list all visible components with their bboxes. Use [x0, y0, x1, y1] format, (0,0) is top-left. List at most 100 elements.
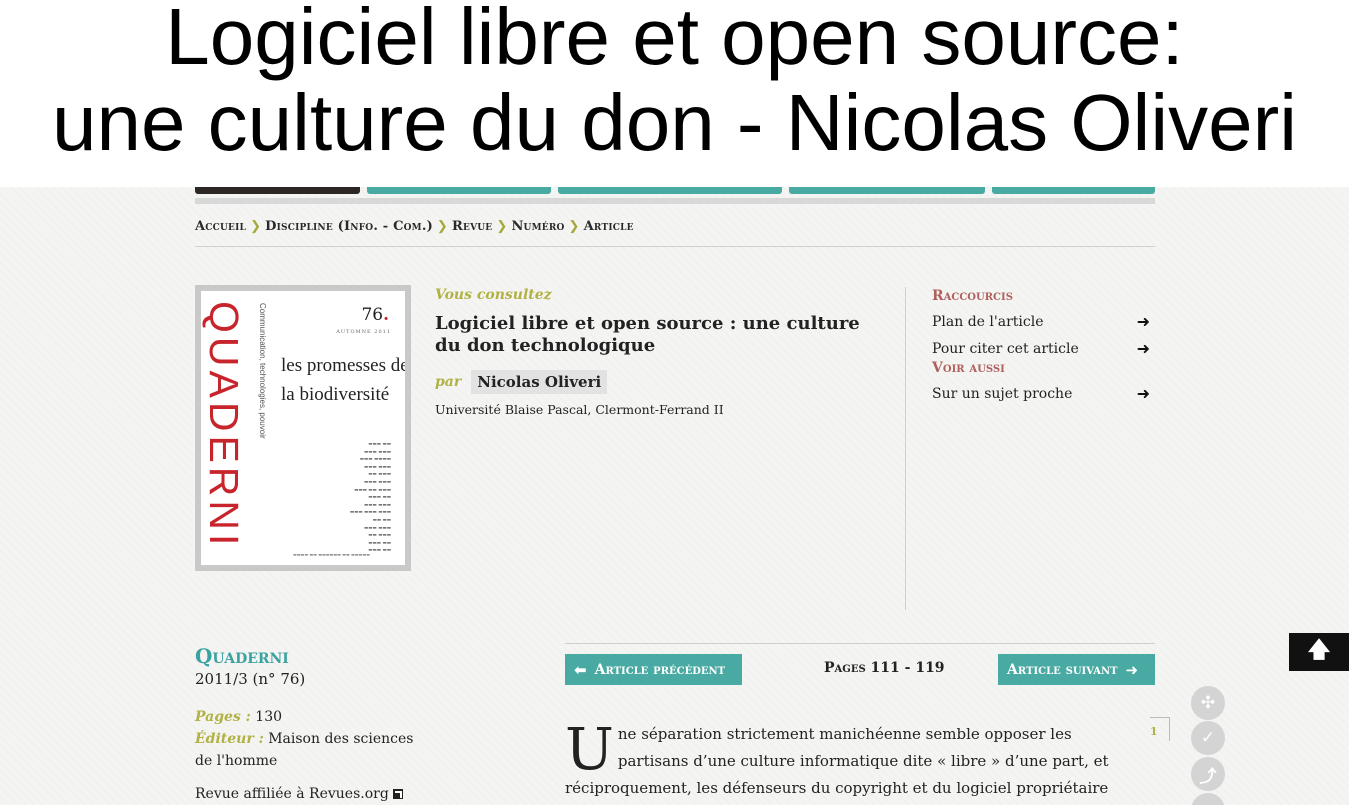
nav-tab-5[interactable]: [992, 187, 1155, 194]
author-affiliation: Université Blaise Pascal, Clermont-Ferra…: [435, 402, 724, 417]
cover-subtitle-text: Communication, technologies, pouvoir: [258, 303, 267, 439]
arrow-left-icon: ⬅: [574, 660, 587, 679]
see-also-header: Voir aussi: [932, 360, 1005, 376]
shortcut-label: Pour citer cet article: [932, 340, 1079, 357]
cover-brand-text: QUADERNI: [201, 301, 247, 550]
cover-author-line: ▬▬ ▬▬: [372, 517, 391, 523]
author-line: par Nicolas Oliveri: [435, 370, 875, 394]
cover-theme-line-1: les promesses de: [281, 355, 405, 376]
cover-author-line: ▬▬▬ ▬▬: [368, 495, 391, 501]
breadcrumb-journal[interactable]: Revue: [452, 219, 492, 234]
breadcrumb-article: Article: [583, 219, 634, 234]
arrow-right-icon: ➜: [1125, 660, 1139, 679]
breadcrumb-separator: ❯: [568, 219, 580, 234]
cover-theme-line-2: la biodiversité: [281, 384, 390, 405]
article-body: Une séparation strictement manichéenne s…: [565, 715, 1130, 805]
journal-affiliation[interactable]: Revue affiliée à Revues.org: [195, 786, 435, 802]
breadcrumb-separator: ❯: [250, 219, 262, 234]
cover-season: AUTOMNE 2011: [336, 329, 391, 335]
shortcut-label: Sur un sujet proche: [932, 385, 1073, 402]
previous-article-label: Article précédent: [594, 661, 726, 678]
breadcrumb-separator: ❯: [496, 219, 508, 234]
nav-tab-3[interactable]: [558, 187, 782, 194]
page-range: Pages 111 - 119: [824, 660, 945, 676]
cover-author-line: ▬▬▬ ▬▬▬: [364, 525, 391, 531]
pages-value: 130: [255, 709, 283, 725]
cover-author-line: ▬▬ ▬▬▬: [368, 472, 391, 478]
by-label: par: [435, 374, 462, 390]
next-article-button[interactable]: Article suivant ➜: [998, 654, 1155, 685]
cover-footer-line: ▬▬▬▬ ▬▬ ▬▬▬▬▬▬ ▬▬ ▬▬▬▬▬: [293, 552, 370, 557]
breadcrumb-divider: [195, 246, 1155, 247]
cover-author-line: ▬▬▬ ▬▬▬: [364, 464, 391, 470]
cover-author-line: ▬▬▬ ▬▬: [368, 442, 391, 447]
arrow-right-icon: ➜: [1136, 339, 1150, 358]
arrow-up-icon: 🡅: [1307, 638, 1331, 663]
column-divider: [905, 287, 906, 610]
author-link[interactable]: Nicolas Oliveri: [471, 370, 608, 394]
shortcut-label: Plan de l'article: [932, 313, 1044, 330]
cover-artwork: QUADERNI Communication, technologies, po…: [201, 291, 405, 565]
cover-author-line: ▬▬▬ ▬▬▬: [364, 479, 391, 485]
nav-tab-1[interactable]: [195, 187, 360, 194]
article-header: Vous consultez Logiciel libre et open so…: [435, 287, 875, 417]
cover-author-line: ▬▬▬ ▬▬ ▬▬▬: [354, 487, 391, 493]
video-title-banner: Logiciel libre et open source: une cultu…: [0, 0, 1349, 187]
breadcrumb-issue[interactable]: Numéro: [511, 219, 564, 234]
journal-publisher: Éditeur : Maison des sciences de l'homme: [195, 728, 435, 772]
main-nav: [195, 187, 1155, 195]
cover-author-line: ▬▬▬ ▬▬▬: [364, 502, 391, 508]
article-nav-divider: [565, 643, 1155, 644]
journal-meta: Pages : 130 Éditeur : Maison des science…: [195, 706, 435, 772]
cover-author-line: ▬▬▬ ▬▬▬▬: [359, 457, 391, 463]
cover-authors-list: ▬▬▬ ▬▬ ▬▬▬ ▬▬▬ ▬▬▬ ▬▬▬▬ ▬▬▬ ▬▬▬ ▬▬ ▬▬▬ ▬…: [350, 441, 391, 555]
shortcut-related-topic[interactable]: Sur un sujet proche ➜: [932, 380, 1150, 407]
cover-author-line: ▬▬▬ ▬▬: [368, 540, 391, 546]
cover-theme: les promesses de la biodiversité: [281, 351, 405, 409]
pdf-icon[interactable]: ⤴: [1191, 757, 1225, 791]
cover-author-line: ▬▬▬ ▬▬▬ ▬▬▬: [349, 510, 391, 516]
add-alert-icon[interactable]: ✓: [1191, 721, 1225, 755]
scroll-to-top-button[interactable]: 🡅: [1289, 633, 1349, 671]
print-icon[interactable]: ▬: [1191, 793, 1225, 805]
nav-underline: [195, 198, 1155, 204]
cover-author-line: ▬▬▬ ▬▬▬: [364, 449, 391, 455]
shortcut-article-outline[interactable]: Plan de l'article ➜: [932, 308, 1150, 335]
affiliation-text: Revue affiliée à Revues.org: [195, 786, 389, 802]
arrow-right-icon: ➜: [1136, 384, 1150, 403]
arrow-right-icon: ➜: [1136, 312, 1150, 331]
cover-number-dot: .: [383, 305, 389, 325]
publisher-label: Éditeur :: [195, 731, 264, 747]
breadcrumb-separator: ❯: [436, 219, 449, 234]
paragraph-number: 1: [1150, 717, 1170, 741]
consulting-label: Vous consultez: [435, 287, 552, 303]
journal-info: Quaderni 2011/3 (n° 76) Pages : 130 Édit…: [195, 644, 435, 802]
banner-line-2: une culture du don - Nicolas Oliveri: [51, 78, 1298, 167]
nav-tab-2[interactable]: [367, 187, 551, 194]
shortcut-cite-article[interactable]: Pour citer cet article ➜: [932, 335, 1150, 362]
journal-issue[interactable]: 2011/3 (n° 76): [195, 670, 435, 688]
breadcrumb-home[interactable]: Accueil: [195, 219, 246, 234]
cover-author-line: ▬▬ ▬▬▬: [368, 533, 391, 539]
cover-brand: QUADERNI: [201, 301, 247, 551]
paragraph-text: ne séparation strictement manichéenne se…: [565, 725, 1109, 797]
cover-number-value: 76: [361, 305, 384, 325]
journal-cover-image[interactable]: QUADERNI Communication, technologies, po…: [195, 285, 411, 571]
cover-number: 76.: [361, 305, 389, 325]
article-title: Logiciel libre et open source : une cult…: [435, 313, 860, 356]
share-icon[interactable]: ✣: [1191, 686, 1225, 720]
journal-pages: Pages : 130: [195, 706, 435, 728]
pages-label: Pages :: [195, 709, 251, 725]
breadcrumb-discipline[interactable]: Discipline (Info. - Com.): [265, 219, 433, 234]
drop-cap: U: [565, 715, 614, 783]
shortcuts-panel: Raccourcis Plan de l'article ➜ Pour cite…: [932, 288, 1150, 407]
journal-name-link[interactable]: Quaderni: [195, 644, 435, 668]
external-link-icon: [392, 789, 403, 799]
nav-tab-4[interactable]: [789, 187, 985, 194]
breadcrumb: Accueil ❯ Discipline (Info. - Com.) ❯ Revue ❯…: [195, 219, 634, 234]
cover-subtitle: Communication, technologies, pouvoir: [253, 303, 267, 483]
banner-line-1: Logiciel libre et open source:: [165, 0, 1184, 81]
next-article-label: Article suivant: [1007, 661, 1118, 678]
shortcuts-header: Raccourcis: [932, 288, 1013, 304]
previous-article-button[interactable]: ⬅ Article précédent: [565, 654, 742, 685]
